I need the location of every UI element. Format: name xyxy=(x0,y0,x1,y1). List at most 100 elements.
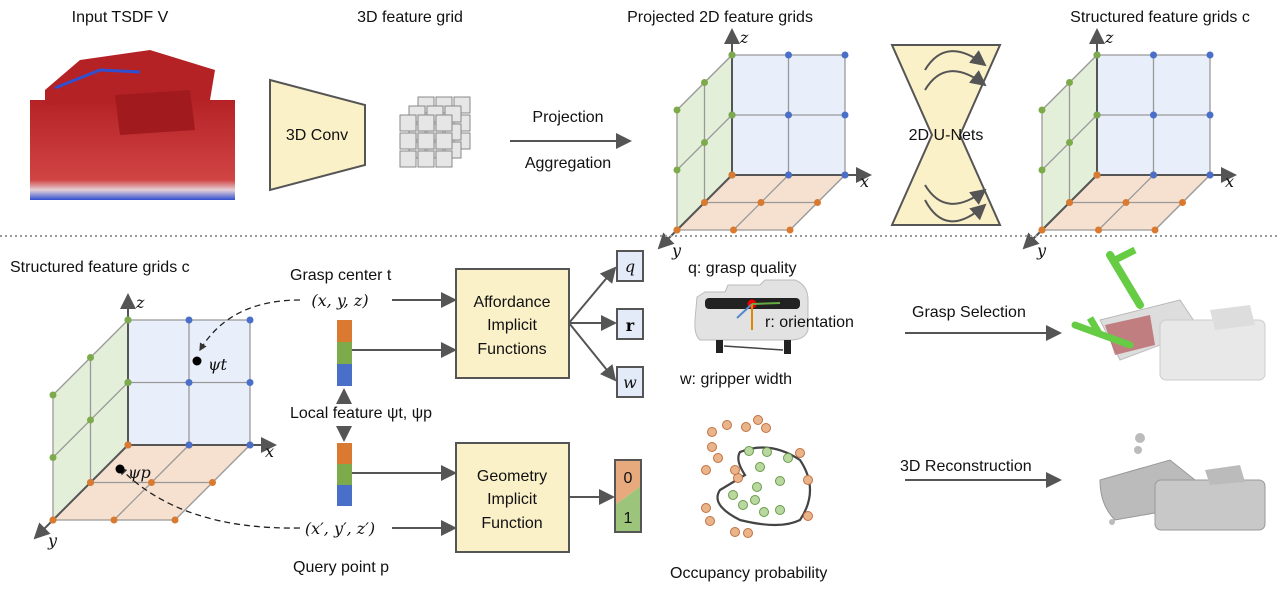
orange-node xyxy=(124,441,132,449)
projected-grids: z x y xyxy=(657,28,872,260)
point-t xyxy=(192,356,202,366)
green-node xyxy=(1066,79,1073,86)
orange-node xyxy=(1122,199,1130,206)
orange-node xyxy=(1151,226,1159,234)
grasp-coords: (x, y, z) xyxy=(311,291,368,310)
green-node xyxy=(124,316,132,324)
green-node xyxy=(673,106,681,114)
voxel xyxy=(399,132,417,150)
orange-node xyxy=(728,171,736,179)
orange-node xyxy=(701,199,708,206)
orange-node xyxy=(1095,226,1102,234)
outside-point xyxy=(701,503,711,513)
geometry-line-2: Implicit xyxy=(487,491,537,508)
blue-node xyxy=(841,111,849,119)
inside-point xyxy=(775,476,785,486)
blue-node xyxy=(185,316,193,324)
orange-node xyxy=(49,516,57,524)
blue-node xyxy=(1206,51,1214,59)
unet-block: 2D U-Nets xyxy=(890,44,1002,226)
arrow-to-w xyxy=(568,322,617,382)
outside-point xyxy=(701,465,711,475)
aggregation-label: Aggregation xyxy=(525,155,611,172)
voxel-cube-icon xyxy=(399,96,471,168)
green-node xyxy=(728,51,736,59)
orange-node xyxy=(87,479,94,486)
orange-node xyxy=(171,516,179,524)
unet-label: 2D U-Nets xyxy=(909,127,984,144)
orange-node xyxy=(757,199,765,206)
q-description: q: grasp quality xyxy=(688,260,797,277)
blue-node xyxy=(246,441,254,449)
outside-point xyxy=(705,516,715,526)
psi-p-label: ψp xyxy=(128,463,151,482)
inside-point xyxy=(755,462,765,472)
blue-node xyxy=(185,379,193,386)
projection-label: Projection xyxy=(532,109,603,126)
output-q-label: q xyxy=(625,257,635,276)
green-node xyxy=(673,166,681,174)
grasp-selection-label: Grasp Selection xyxy=(912,304,1026,321)
blue-node xyxy=(1150,111,1157,119)
blue-node xyxy=(841,171,849,179)
inside-point xyxy=(744,446,754,456)
green-node xyxy=(87,416,94,424)
tsdf-volume xyxy=(30,50,235,200)
green-node xyxy=(1093,51,1101,59)
affordance-implicit-functions-box: Affordance Implicit Functions xyxy=(455,268,570,379)
structured-grids-title: Structured feature grids c xyxy=(10,259,190,276)
point-p xyxy=(115,464,125,474)
orange-node xyxy=(730,226,737,234)
outside-point xyxy=(761,423,771,433)
outside-point xyxy=(707,427,717,437)
blue-node xyxy=(785,171,792,179)
green-node xyxy=(1093,111,1101,119)
inside-point xyxy=(750,495,760,505)
query-coords: (x′, y′, z′) xyxy=(305,519,375,538)
orange-node xyxy=(209,479,216,486)
outside-point xyxy=(743,528,753,538)
output-r-label: r xyxy=(626,316,635,335)
reconstruction-label: 3D Reconstruction xyxy=(900,458,1032,475)
green-node xyxy=(701,139,708,146)
outside-point xyxy=(722,420,732,430)
green-node xyxy=(87,354,94,361)
local-feature-label: Local feature ψt, ψp xyxy=(290,405,432,422)
outside-point xyxy=(741,422,751,432)
geometry-line-3: Function xyxy=(481,515,542,532)
outside-point xyxy=(803,475,813,485)
geometry-implicit-function-box: Geometry Implicit Function xyxy=(455,442,570,553)
voxel xyxy=(435,150,453,168)
x-axis-label: x xyxy=(265,442,274,461)
feature-vector-p xyxy=(337,443,352,506)
blue-node xyxy=(841,51,849,59)
green-node xyxy=(49,454,57,461)
outside-point xyxy=(730,527,740,537)
structured-grids-top: z x y xyxy=(1022,28,1237,260)
feature-vector-t xyxy=(337,320,352,386)
z-axis-label: z xyxy=(739,28,749,47)
conv-label: 3D Conv xyxy=(286,127,348,144)
orange-node xyxy=(1179,199,1186,206)
affordance-line-1: Affordance xyxy=(473,294,550,311)
orange-node xyxy=(110,516,118,524)
orange-node xyxy=(1093,171,1101,179)
occupancy-0: 0 xyxy=(624,470,633,487)
blue-node xyxy=(785,51,792,59)
query-point-label: Query point p xyxy=(293,559,389,576)
outside-point xyxy=(795,448,805,458)
outside-point xyxy=(753,415,763,425)
voxel xyxy=(435,132,453,150)
psi-t-label: ψt xyxy=(208,355,228,374)
green-node xyxy=(1038,166,1046,174)
green-node xyxy=(49,391,57,399)
feature-grid-title: 3D feature grid xyxy=(357,9,463,26)
outside-point xyxy=(713,453,723,463)
voxel xyxy=(417,132,435,150)
green-node xyxy=(701,79,708,86)
orange-node xyxy=(786,226,794,234)
arrow-to-q xyxy=(568,266,617,324)
grasp-scene-render xyxy=(1071,246,1266,381)
blue-node xyxy=(785,111,792,119)
outside-point xyxy=(730,465,740,475)
